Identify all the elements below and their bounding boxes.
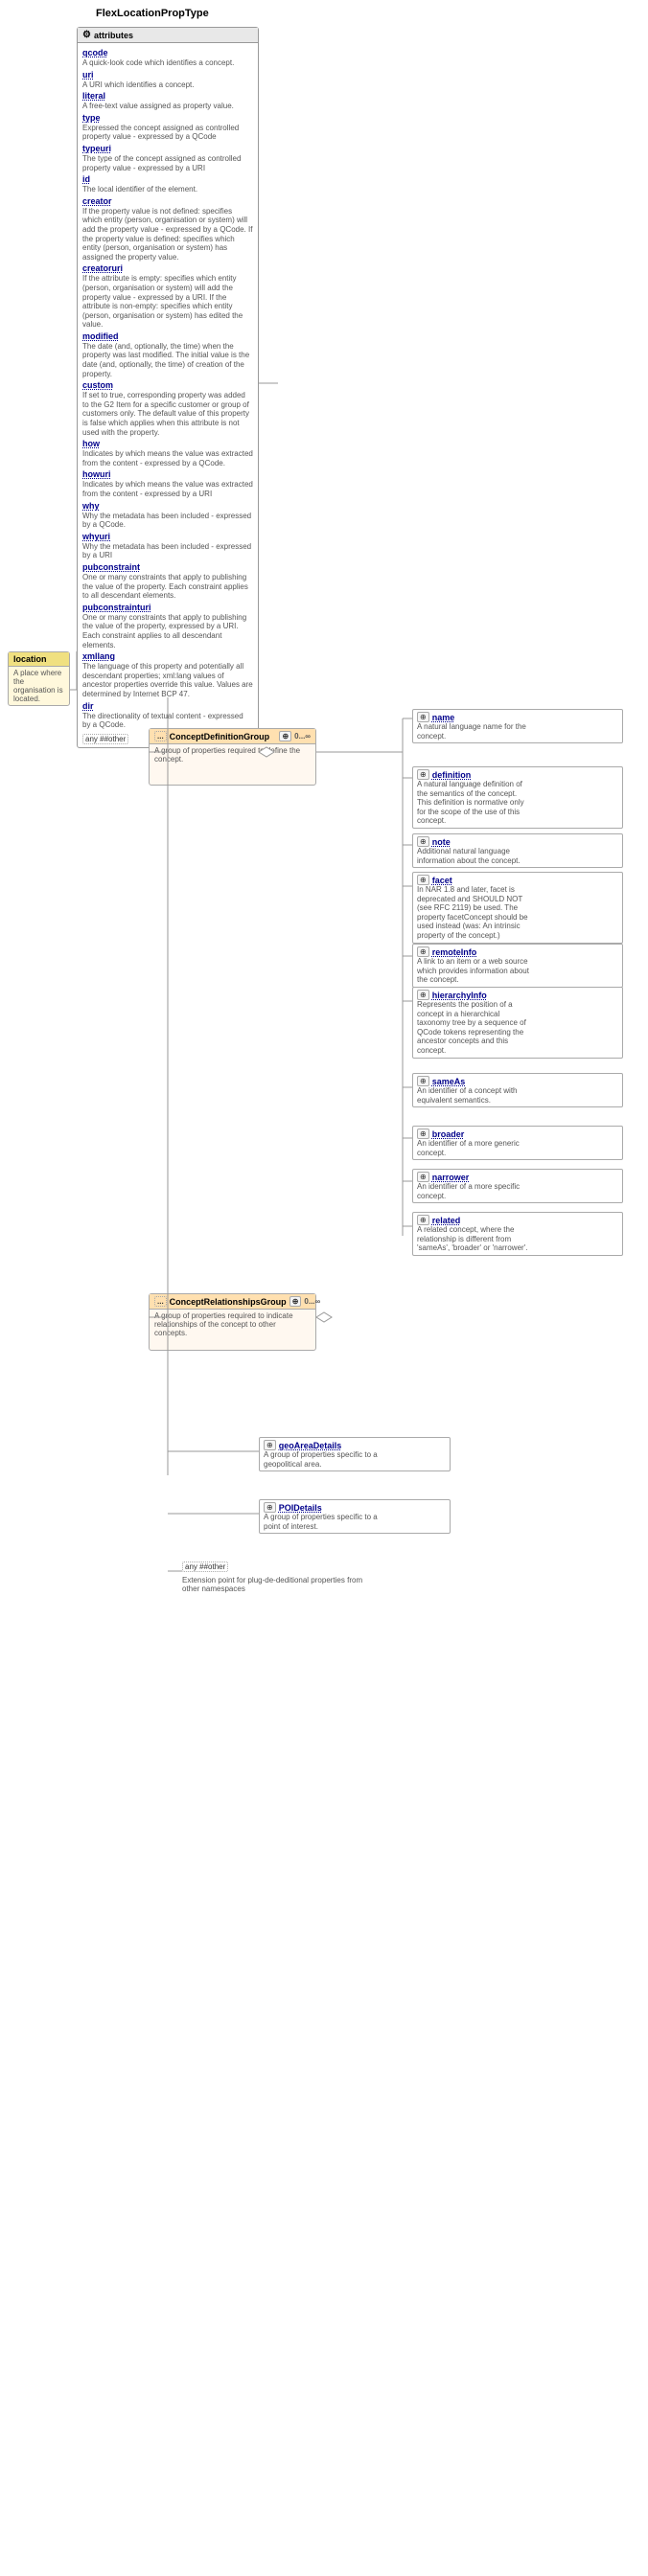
attr-xmllang: xmllang The language of this property an… [82, 651, 253, 698]
attr-how: how Indicates by which means the value w… [82, 439, 253, 467]
attr-creator: creator If the property value is not def… [82, 196, 253, 262]
prop-narrower: ⊕ narrower An identifier of a more speci… [412, 1169, 623, 1203]
concept-rel-group-header: ... ConceptRelationshipsGroup ⊕ 0...∞ [150, 1294, 315, 1310]
gear-icon: ⚙ [82, 30, 91, 40]
attribute-list: qcode A quick-look code which identifies… [78, 43, 258, 747]
prop-related: ⊕ related A related concept, where the r… [412, 1212, 623, 1256]
attr-modified: modified The date (and, optionally, the … [82, 331, 253, 378]
attributes-header: ⚙ attributes [78, 28, 258, 43]
prop-geoareadetails: ⊕ geoAreaDetails A group of properties s… [259, 1437, 451, 1471]
attr-custom: custom If set to true, corresponding pro… [82, 380, 253, 437]
prop-broader: ⊕ broader An identifier of a more generi… [412, 1126, 623, 1160]
diagram-container: FlexLocationPropType ⚙ attributes qcode … [0, 0, 648, 2576]
prop-name: ⊕ name A natural language name for the c… [412, 709, 623, 743]
concept-def-group-header: ... ConceptDefinitionGroup ⊕ 0...∞ [150, 729, 315, 744]
prop-note: ⊕ note Additional natural language infor… [412, 833, 623, 868]
attr-literal: literal A free-text value assigned as pr… [82, 91, 253, 111]
prop-hierarchyinfo: ⊕ hierarchyInfo Represents the position … [412, 987, 623, 1059]
prop-remoteinfo: ⊕ remoteInfo A link to an item or a web … [412, 944, 623, 988]
location-box: location A place where the organisation … [8, 651, 70, 706]
concept-def-group-box: ... ConceptDefinitionGroup ⊕ 0...∞ A gro… [149, 728, 316, 786]
prop-definition: ⊕ definition A natural language definiti… [412, 766, 623, 829]
diagram-title: FlexLocationPropType [96, 8, 209, 19]
any-other-bottom: any ##other [182, 1562, 228, 1572]
location-header: location [9, 652, 69, 667]
prop-poidetails: ⊕ POIDetails A group of properties speci… [259, 1499, 451, 1534]
concept-rel-group-box: ... ConceptRelationshipsGroup ⊕ 0...∞ A … [149, 1293, 316, 1351]
attr-why: why Why the metadata has been included -… [82, 501, 253, 530]
attr-pubconstraint: pubconstraint One or many constraints th… [82, 562, 253, 601]
attr-pubconstrainturi: pubconstrainturi One or many constraints… [82, 603, 253, 650]
attr-qcode: qcode A quick-look code which identifies… [82, 48, 253, 68]
any-other-bottom-desc: Extension point for plug-de-deditional p… [182, 1576, 374, 1593]
prop-facet: ⊕ facet In NAR 1.8 and later, facet is d… [412, 872, 623, 944]
attr-dir: dir The directionality of textual conten… [82, 701, 253, 730]
attributes-box: ⚙ attributes qcode A quick-look code whi… [77, 27, 259, 748]
attr-type: type Expressed the concept assigned as c… [82, 113, 253, 142]
attr-whyuri: whyuri Why the metadata has been include… [82, 532, 253, 560]
attr-typeuri: typeuri The type of the concept assigned… [82, 144, 253, 172]
attr-howuri: howuri Indicates by which means the valu… [82, 469, 253, 498]
attr-creatoruri: creatoruri If the attribute is empty: sp… [82, 263, 253, 330]
attr-id: id The local identifier of the element. [82, 174, 253, 194]
prop-sameas: ⊕ sameAs An identifier of a concept with… [412, 1073, 623, 1107]
attr-uri: uri A URI which identifies a concept. [82, 70, 253, 90]
